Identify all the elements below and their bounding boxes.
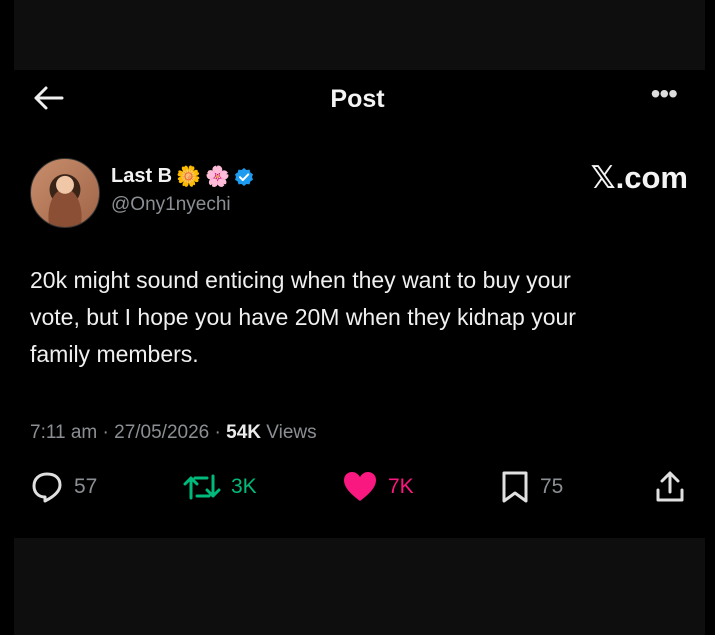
action-bar: 57 3K 7K 75 <box>30 470 690 510</box>
sunflower-emoji: 🌼 <box>176 165 202 188</box>
reply-icon <box>32 472 62 503</box>
post-date[interactable]: 27/05/2026 <box>114 422 209 443</box>
bottom-blank-area <box>14 538 705 635</box>
tweet-line: 20k might sound enticing when they want … <box>30 267 571 293</box>
share-icon <box>656 471 684 502</box>
blossom-emoji: 🌸 <box>205 165 230 188</box>
bookmark-button[interactable]: 75 <box>500 470 563 504</box>
author-name[interactable]: Last B <box>111 165 172 188</box>
reply-count: 57 <box>74 475 98 498</box>
like-button[interactable]: 7K <box>342 470 414 504</box>
repost-button[interactable]: 3K <box>183 470 257 504</box>
avatar[interactable] <box>30 158 100 228</box>
bookmark-icon <box>502 471 528 503</box>
tweet-text: 20k might sound enticing when they want … <box>30 262 690 373</box>
top-blank-area <box>14 0 705 70</box>
tweet-meta: 7:11 am · 27/05/2026 · 54K Views <box>30 422 317 444</box>
author-block: Last B 🌼 🌸 @Ony1nyechi 𝕏.com <box>30 158 690 228</box>
post-header: Post ••• <box>0 75 715 123</box>
views-label: Views <box>266 422 317 443</box>
verified-badge-icon <box>234 167 253 186</box>
more-options-icon[interactable]: ••• <box>651 79 678 109</box>
tweet-line: family members. <box>30 341 199 367</box>
meta-separator: · <box>214 422 221 443</box>
repost-count: 3K <box>231 475 257 498</box>
author-name-row: Last B 🌼 🌸 <box>111 165 254 188</box>
post-time[interactable]: 7:11 am <box>30 422 97 443</box>
bookmark-count: 75 <box>540 475 564 498</box>
views-count: 54K <box>226 422 261 443</box>
reply-button[interactable]: 57 <box>30 470 97 504</box>
x-brand-logo: 𝕏.com <box>590 160 688 195</box>
share-button[interactable] <box>654 470 686 504</box>
meta-separator: · <box>102 422 109 443</box>
repost-icon <box>183 474 221 500</box>
like-count: 7K <box>388 475 414 498</box>
page-title: Post <box>330 85 385 113</box>
heart-icon <box>344 472 376 501</box>
author-handle[interactable]: @Ony1nyechi <box>111 194 231 216</box>
tweet-line: vote, but I hope you have 20M when they … <box>30 304 576 330</box>
